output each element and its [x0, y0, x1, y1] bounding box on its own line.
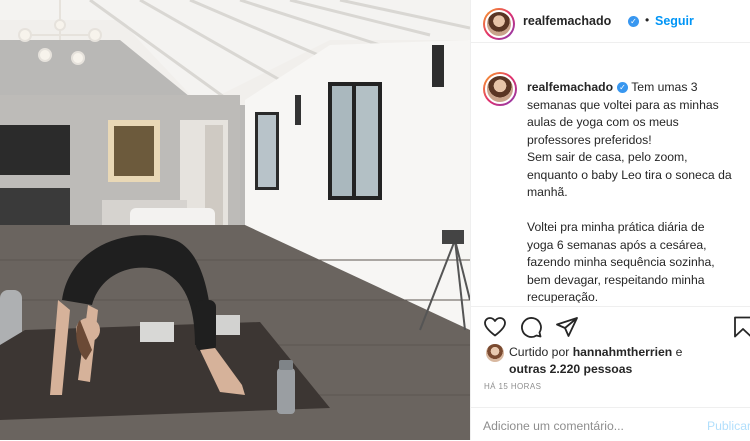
likes-count-line: outras 2.220 pessoas: [509, 362, 632, 376]
bookmark-icon[interactable]: [731, 315, 750, 339]
caption-line: Sem sair de casa, pelo zoom,: [527, 150, 688, 164]
caption-line: recuperação.: [527, 290, 599, 303]
author-avatar[interactable]: [483, 8, 515, 40]
caption-line: Tem umas 3: [631, 80, 698, 94]
verified-icon: ✓: [617, 82, 629, 93]
caption-line: yoga 6 semanas após a cesárea,: [527, 237, 707, 252]
post-details-panel: realfemachado ✓ • Seguir realfemachado ✓ …: [470, 0, 750, 440]
post-caption: realfemachado ✓ Tem umas 3 semanas que vo…: [471, 63, 750, 303]
heart-icon[interactable]: [483, 315, 507, 339]
caption-line: manhã.: [527, 185, 568, 199]
liked-by-line: Curtido por hannahmtherrien e: [509, 345, 682, 359]
caption-avatar[interactable]: [483, 72, 517, 106]
caption-username[interactable]: realfemachado: [527, 80, 613, 94]
share-icon[interactable]: [555, 315, 579, 339]
caption-line: professores preferidos!: [527, 132, 652, 147]
caption-line: Voltei pra minha prática diária de: [527, 220, 705, 234]
comment-input[interactable]: [483, 417, 693, 435]
caption-line: fazendo minha sequência sozinha,: [527, 255, 715, 269]
separator-dot: •: [645, 13, 650, 27]
publish-button[interactable]: Publicar: [707, 419, 750, 433]
caption-line: bem devagar, respeitando minha: [527, 272, 705, 287]
liker-avatar[interactable]: [486, 344, 504, 362]
yoga-room-image: [0, 0, 470, 440]
caption-text: realfemachado ✓ Tem umas 3 semanas que vo…: [527, 79, 745, 303]
post-timestamp[interactable]: HÁ 15 HORAS: [484, 382, 541, 391]
liked-by-prefix: Curtido por: [509, 345, 570, 359]
caption-line: semanas que voltei para as minhas: [527, 97, 719, 112]
liker-username[interactable]: hannahmtherrien: [573, 345, 673, 359]
post-header: realfemachado ✓ • Seguir: [471, 0, 750, 43]
liked-by-conjunction: e: [675, 345, 683, 359]
post-photo[interactable]: [0, 0, 470, 440]
comment-box: Publicar: [471, 407, 750, 441]
likes-count-link[interactable]: outras 2.220 pessoas: [509, 362, 632, 376]
action-bar: [471, 306, 750, 343]
caption-line: aulas de yoga com os meus: [527, 115, 679, 129]
author-username[interactable]: realfemachado: [523, 14, 611, 28]
comment-icon[interactable]: [519, 315, 543, 339]
follow-button[interactable]: Seguir: [655, 14, 694, 28]
likes-summary: Curtido por hannahmtherrien e outras 2.2…: [483, 340, 750, 376]
caption-line: enquanto o baby Leo tira o soneca da: [527, 167, 732, 182]
verified-icon: ✓: [628, 16, 639, 27]
